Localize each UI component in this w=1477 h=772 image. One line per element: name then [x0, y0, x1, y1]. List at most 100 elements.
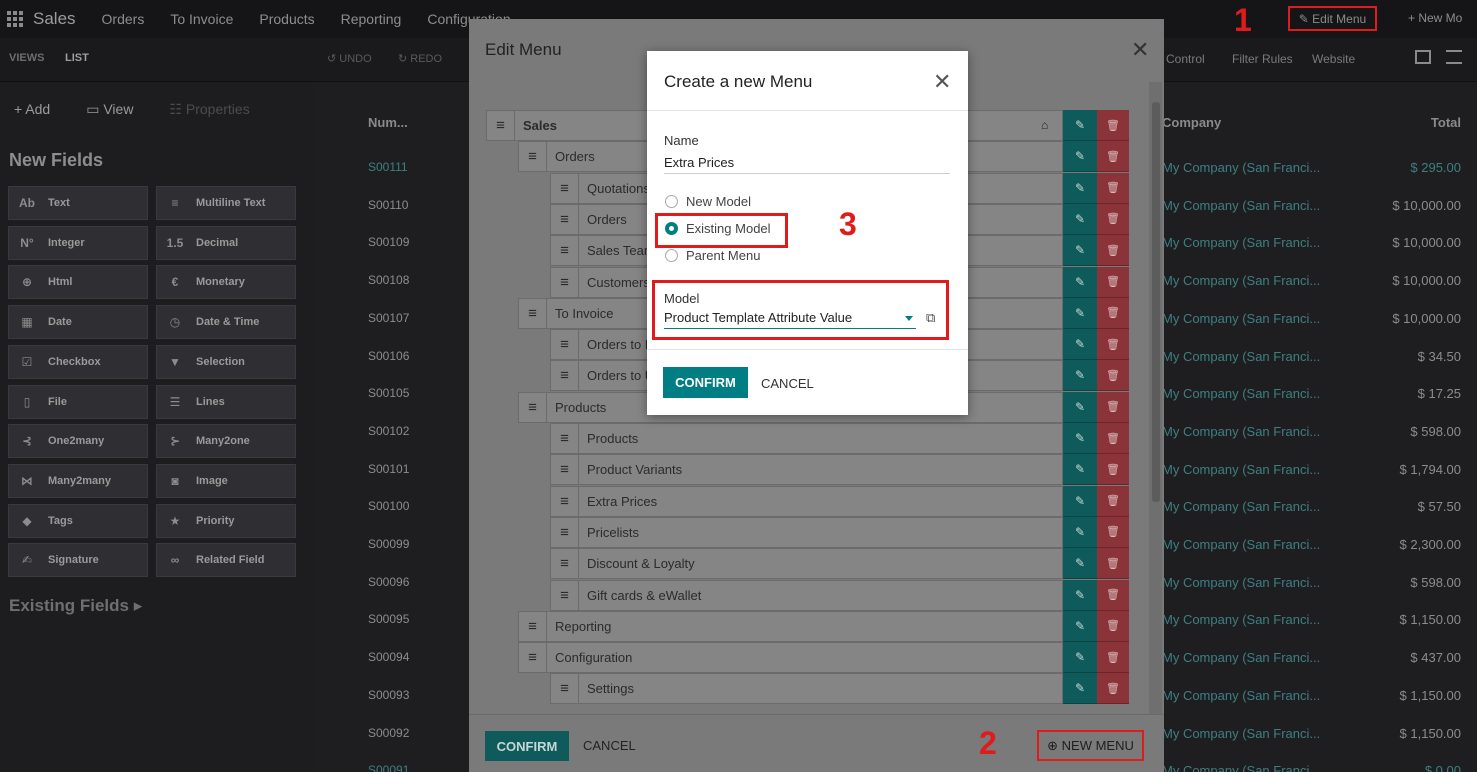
edit-icon[interactable]: ✎: [1063, 235, 1097, 267]
row-number[interactable]: S00093: [368, 688, 409, 702]
row-number[interactable]: S00111: [368, 160, 408, 174]
close-icon[interactable]: ✕: [1131, 37, 1149, 63]
edit-icon[interactable]: ✎: [1063, 485, 1097, 517]
field-type-item[interactable]: € Monetary: [156, 265, 296, 300]
field-type-item[interactable]: 1.5 Decimal: [156, 225, 296, 260]
column-total[interactable]: Total: [1431, 115, 1461, 130]
trash-icon[interactable]: 🗑: [1097, 360, 1129, 392]
row-number[interactable]: S00091: [368, 763, 409, 772]
trash-icon[interactable]: 🗑: [1097, 110, 1129, 141]
field-type-item[interactable]: Ab Text: [8, 186, 148, 220]
field-type-item[interactable]: ☑ Checkbox: [8, 344, 148, 379]
menu-tree-item[interactable]: ≡ Discount & Loyalty: [550, 548, 1063, 580]
row-number[interactable]: S00092: [368, 726, 409, 740]
drag-handle-icon[interactable]: ≡: [551, 486, 579, 516]
drag-handle-icon[interactable]: ≡: [519, 298, 547, 328]
field-type-item[interactable]: ☰ Lines: [156, 384, 296, 419]
app-grid-icon[interactable]: [7, 11, 23, 27]
trash-icon[interactable]: 🗑: [1097, 235, 1129, 267]
scrollbar[interactable]: [1149, 82, 1162, 714]
edit-icon[interactable]: ✎: [1063, 673, 1097, 705]
row-number[interactable]: S00100: [368, 499, 409, 513]
menu-tree-item[interactable]: ≡ Products: [550, 423, 1063, 454]
field-type-item[interactable]: ◷ Date & Time: [156, 305, 296, 340]
confirm-button[interactable]: CONFIRM: [663, 367, 748, 398]
access-control-link[interactable]: Control: [1166, 52, 1205, 66]
row-number[interactable]: S00094: [368, 650, 409, 664]
field-type-item[interactable]: ★ Priority: [156, 503, 296, 538]
drag-handle-icon[interactable]: ≡: [551, 330, 579, 360]
menu-tree-item[interactable]: ≡ Settings: [550, 673, 1063, 705]
nav-orders[interactable]: Orders: [102, 11, 145, 27]
field-type-item[interactable]: ⊕ Html: [8, 265, 148, 300]
drag-handle-icon[interactable]: ≡: [551, 267, 579, 297]
menu-tree-item[interactable]: ≡ Pricelists: [550, 516, 1063, 548]
edit-icon[interactable]: ✎: [1063, 329, 1097, 361]
row-number[interactable]: S00110: [368, 198, 408, 212]
existing-fields-toggle[interactable]: Existing Fields ▸: [9, 596, 142, 616]
trash-icon[interactable]: 🗑: [1097, 391, 1129, 423]
field-type-item[interactable]: ◙ Image: [156, 463, 296, 498]
row-number[interactable]: S00095: [368, 612, 409, 626]
radio-new-model[interactable]: New Model: [665, 194, 751, 209]
trash-icon[interactable]: 🗑: [1097, 673, 1129, 705]
trash-icon[interactable]: 🗑: [1097, 610, 1129, 642]
edit-icon[interactable]: ✎: [1063, 203, 1097, 235]
column-number[interactable]: Num...: [368, 115, 408, 130]
trash-icon[interactable]: 🗑: [1097, 203, 1129, 235]
name-input[interactable]: Extra Prices: [664, 155, 950, 174]
edit-icon[interactable]: ✎: [1063, 360, 1097, 392]
radio-parent-menu[interactable]: Parent Menu: [665, 248, 760, 263]
edit-icon[interactable]: ✎: [1063, 423, 1097, 454]
field-type-item[interactable]: ∞ Related Field: [156, 543, 296, 578]
edit-icon[interactable]: ✎: [1063, 266, 1097, 298]
drag-handle-icon[interactable]: ≡: [551, 204, 579, 234]
field-type-item[interactable]: ◆ Tags: [8, 503, 148, 538]
dropdown-caret-icon[interactable]: [905, 316, 913, 321]
redo-button[interactable]: ↻ REDO: [398, 52, 442, 65]
trash-icon[interactable]: 🗑: [1097, 423, 1129, 454]
row-number[interactable]: S00109: [368, 235, 409, 249]
drag-handle-icon[interactable]: ≡: [551, 455, 579, 485]
menu-tree-item[interactable]: ≡ Configuration: [518, 642, 1063, 674]
nav-products[interactable]: Products: [259, 11, 314, 27]
row-number[interactable]: S00101: [368, 462, 409, 476]
model-input[interactable]: Product Template Attribute Value: [664, 310, 916, 329]
field-type-item[interactable]: N° Integer: [8, 225, 148, 260]
drag-handle-icon[interactable]: ≡: [551, 549, 579, 579]
trash-icon[interactable]: 🗑: [1097, 141, 1129, 173]
trash-icon[interactable]: 🗑: [1097, 485, 1129, 517]
edit-icon[interactable]: ✎: [1063, 548, 1097, 580]
drag-handle-icon[interactable]: ≡: [551, 517, 579, 547]
edit-icon[interactable]: ✎: [1063, 610, 1097, 642]
drag-handle-icon[interactable]: ≡: [551, 580, 579, 610]
drag-handle-icon[interactable]: ≡: [519, 392, 547, 422]
app-name[interactable]: Sales: [33, 9, 76, 29]
trash-icon[interactable]: 🗑: [1097, 548, 1129, 580]
field-type-item[interactable]: ≡ Multiline Text: [156, 186, 296, 220]
external-link-icon[interactable]: ⧉: [926, 310, 935, 326]
drag-handle-icon[interactable]: ≡: [519, 643, 547, 673]
views-tab[interactable]: VIEWS: [9, 52, 44, 64]
close-icon[interactable]: ✕: [933, 69, 951, 95]
new-menu-button[interactable]: ⊕ NEW MENU: [1037, 730, 1144, 761]
drag-handle-icon[interactable]: ≡: [551, 173, 579, 203]
field-type-item[interactable]: ⋈ Many2many: [8, 463, 148, 498]
trash-icon[interactable]: 🗑: [1097, 297, 1129, 329]
drag-handle-icon[interactable]: ≡: [551, 361, 579, 391]
row-number[interactable]: S00108: [368, 273, 409, 287]
confirm-button[interactable]: CONFIRM: [485, 731, 569, 761]
trash-icon[interactable]: 🗑: [1097, 266, 1129, 298]
row-number[interactable]: S00106: [368, 349, 409, 363]
trash-icon[interactable]: 🗑: [1097, 172, 1129, 204]
drag-handle-icon[interactable]: ≡: [551, 674, 579, 704]
row-number[interactable]: S00105: [368, 386, 409, 400]
view-tab[interactable]: ▭ View: [86, 101, 133, 118]
properties-tab[interactable]: ☷ Properties: [169, 101, 249, 118]
edit-icon[interactable]: ✎: [1063, 172, 1097, 204]
field-type-item[interactable]: ▦ Date: [8, 305, 148, 340]
field-type-item[interactable]: ▯ File: [8, 384, 148, 419]
add-tab[interactable]: + Add: [14, 101, 50, 117]
drag-handle-icon[interactable]: ≡: [519, 611, 547, 641]
edit-icon[interactable]: ✎: [1063, 110, 1097, 141]
